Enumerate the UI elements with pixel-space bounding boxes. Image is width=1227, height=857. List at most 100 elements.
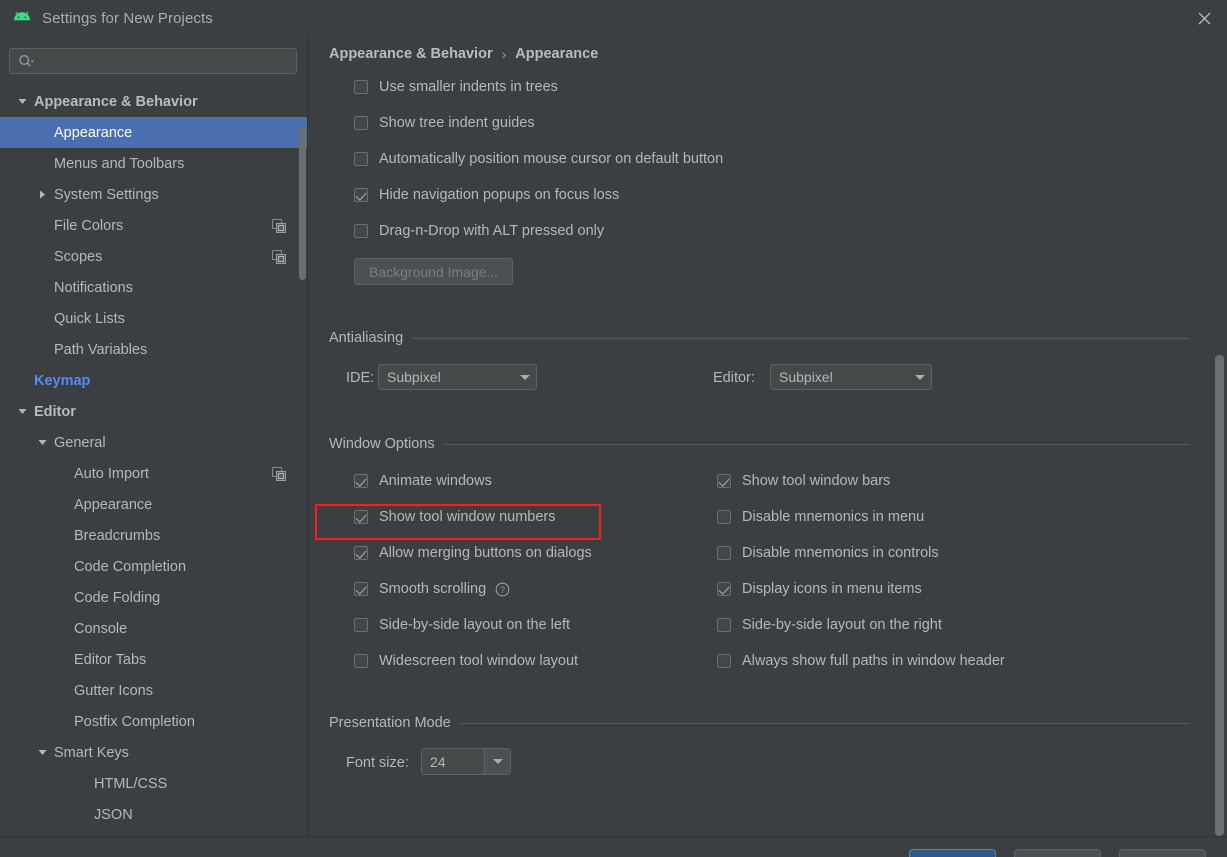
sidebar-scrollbar-thumb[interactable] <box>299 128 306 280</box>
copy-settings-icon <box>272 249 286 264</box>
chevron-down-icon[interactable] <box>514 374 536 380</box>
search-input[interactable] <box>35 52 296 70</box>
content-scrollbar-thumb[interactable] <box>1215 355 1224 836</box>
help-icon[interactable]: ? <box>495 582 510 597</box>
sidebar-item-keymap[interactable]: Keymap <box>0 365 307 396</box>
checkbox-side-by-side-layout-on-the-right[interactable] <box>717 618 731 632</box>
checkbox-row-show-tree-indent-guides[interactable]: Show tree indent guides <box>354 112 535 134</box>
sidebar-item-notifications[interactable]: Notifications <box>0 272 307 303</box>
sidebar-item-file-colors[interactable]: File Colors <box>0 210 307 241</box>
ok-button[interactable]: OK <box>909 849 996 857</box>
checkbox-row-drag-n-drop-with-alt-pressed-only[interactable]: Drag-n-Drop with ALT pressed only <box>354 220 604 242</box>
cancel-button[interactable]: Cancel <box>1014 849 1101 857</box>
sidebar-item-code-folding[interactable]: Code Folding <box>0 582 307 613</box>
checkbox-label: Always show full paths in window header <box>742 653 1005 669</box>
sidebar-item-json[interactable]: JSON <box>0 799 307 830</box>
antialiasing-section-title: Antialiasing <box>329 330 404 346</box>
checkbox-row-hide-navigation-popups-on-focus-loss[interactable]: Hide navigation popups on focus loss <box>354 184 619 206</box>
checkbox-disable-mnemonics-in-controls[interactable] <box>717 546 731 560</box>
copy-settings-icon <box>272 218 286 233</box>
checkbox-use-smaller-indents-in-trees[interactable] <box>354 80 368 94</box>
chevron-down-icon[interactable] <box>484 749 510 774</box>
checkbox-allow-merging-buttons-on-dialogs[interactable] <box>354 546 368 560</box>
editor-antialiasing-select[interactable]: Subpixel <box>770 364 932 390</box>
sidebar-item-smart-keys[interactable]: Smart Keys <box>0 737 307 768</box>
checkbox-show-tool-window-numbers[interactable] <box>354 510 368 524</box>
sidebar-item-code-completion[interactable]: Code Completion <box>0 551 307 582</box>
chevron-down-icon[interactable] <box>909 374 931 380</box>
settings-content-panel: Appearance & Behavior › Appearance Use s… <box>309 36 1227 836</box>
checkbox-row-smooth-scrolling[interactable]: Smooth scrolling? <box>354 578 510 600</box>
chevron-right-icon[interactable] <box>34 187 50 203</box>
sidebar-item-label: HTML/CSS <box>94 775 168 792</box>
checkbox-show-tool-window-bars[interactable] <box>717 474 731 488</box>
sidebar-item-appearance[interactable]: Appearance <box>0 489 307 520</box>
checkbox-label: Smooth scrolling <box>379 581 487 597</box>
chevron-down-icon[interactable] <box>14 404 30 420</box>
checkbox-row-widescreen-tool-window-layout[interactable]: Widescreen tool window layout <box>354 650 578 672</box>
sidebar-item-path-variables[interactable]: Path Variables <box>0 334 307 365</box>
checkbox-display-icons-in-menu-items[interactable] <box>717 582 731 596</box>
sidebar-scrollbar-track[interactable] <box>298 86 307 836</box>
ide-antialiasing-select[interactable]: Subpixel <box>378 364 537 390</box>
checkbox-hide-navigation-popups-on-focus-loss[interactable] <box>354 188 368 202</box>
sidebar-item-postfix-completion[interactable]: Postfix Completion <box>0 706 307 737</box>
checkbox-always-show-full-paths-in-window-header[interactable] <box>717 654 731 668</box>
sidebar-item-gutter-icons[interactable]: Gutter Icons <box>0 675 307 706</box>
checkbox-label: Automatically position mouse cursor on d… <box>379 151 724 167</box>
checkbox-disable-mnemonics-in-menu[interactable] <box>717 510 731 524</box>
checkbox-label: Disable mnemonics in menu <box>742 509 925 525</box>
sidebar-item-system-settings[interactable]: System Settings <box>0 179 307 210</box>
checkbox-row-side-by-side-layout-on-the-left[interactable]: Side-by-side layout on the left <box>354 614 570 636</box>
presentation-mode-section-header: Presentation Mode <box>329 715 1189 731</box>
checkbox-row-automatically-position-mouse-cursor-on-default-button[interactable]: Automatically position mouse cursor on d… <box>354 148 723 170</box>
settings-dialog: Settings for New Projects Appearance & B… <box>0 0 1227 857</box>
sidebar-item-label: Appearance <box>74 496 153 513</box>
checkbox-row-show-tool-window-numbers[interactable]: Show tool window numbers <box>354 506 556 528</box>
sidebar-item-menus-and-toolbars[interactable]: Menus and Toolbars <box>0 148 307 179</box>
checkbox-row-side-by-side-layout-on-the-right[interactable]: Side-by-side layout on the right <box>717 614 942 636</box>
breadcrumb: Appearance & Behavior › Appearance <box>329 46 598 62</box>
checkbox-show-tree-indent-guides[interactable] <box>354 116 368 130</box>
font-size-input[interactable] <box>422 752 484 771</box>
chevron-down-icon[interactable] <box>34 435 50 451</box>
sidebar-item-appearance-behavior[interactable]: Appearance & Behavior <box>0 86 307 117</box>
sidebar-item-label: Quick Lists <box>54 310 125 327</box>
background-image-button[interactable]: Background Image... <box>354 258 514 285</box>
breadcrumb-root[interactable]: Appearance & Behavior <box>329 46 493 62</box>
checkbox-drag-n-drop-with-alt-pressed-only[interactable] <box>354 224 368 238</box>
sidebar-item-general[interactable]: General <box>0 427 307 458</box>
checkbox-side-by-side-layout-on-the-left[interactable] <box>354 618 368 632</box>
sidebar-item-quick-lists[interactable]: Quick Lists <box>0 303 307 334</box>
sidebar-item-scopes[interactable]: Scopes <box>0 241 307 272</box>
checkbox-row-disable-mnemonics-in-controls[interactable]: Disable mnemonics in controls <box>717 542 939 564</box>
sidebar-item-editor-tabs[interactable]: Editor Tabs <box>0 644 307 675</box>
checkbox-row-display-icons-in-menu-items[interactable]: Display icons in menu items <box>717 578 922 600</box>
checkbox-row-disable-mnemonics-in-menu[interactable]: Disable mnemonics in menu <box>717 506 924 528</box>
checkbox-label: Show tool window bars <box>742 473 891 489</box>
sidebar-item-breadcrumbs[interactable]: Breadcrumbs <box>0 520 307 551</box>
sidebar-item-console[interactable]: Console <box>0 613 307 644</box>
checkbox-automatically-position-mouse-cursor-on-default-button[interactable] <box>354 152 368 166</box>
chevron-down-icon[interactable] <box>34 745 50 761</box>
checkbox-row-show-tool-window-bars[interactable]: Show tool window bars <box>717 470 890 492</box>
checkbox-animate-windows[interactable] <box>354 474 368 488</box>
sidebar-item-label: Appearance <box>54 124 133 141</box>
checkbox-widescreen-tool-window-layout[interactable] <box>354 654 368 668</box>
sidebar-item-editor[interactable]: Editor <box>0 396 307 427</box>
checkbox-smooth-scrolling[interactable] <box>354 582 368 596</box>
checkbox-row-always-show-full-paths-in-window-header[interactable]: Always show full paths in window header <box>717 650 1005 672</box>
search-input-box[interactable] <box>9 48 297 74</box>
checkbox-row-allow-merging-buttons-on-dialogs[interactable]: Allow merging buttons on dialogs <box>354 542 592 564</box>
checkbox-row-animate-windows[interactable]: Animate windows <box>354 470 492 492</box>
font-size-spinner[interactable] <box>421 748 511 775</box>
close-icon[interactable] <box>1181 0 1227 36</box>
chevron-down-icon[interactable] <box>14 94 30 110</box>
sidebar-item-auto-import[interactable]: Auto Import <box>0 458 307 489</box>
settings-sidebar: Appearance & Behavior Appearance Menus and… <box>0 36 308 836</box>
sidebar-item-appearance[interactable]: Appearance <box>0 117 307 148</box>
apply-button[interactable]: Apply <box>1119 849 1206 857</box>
checkbox-row-use-smaller-indents-in-trees[interactable]: Use smaller indents in trees <box>354 76 558 98</box>
sidebar-item-html-css[interactable]: HTML/CSS <box>0 768 307 799</box>
window-options-section-title: Window Options <box>329 436 435 452</box>
